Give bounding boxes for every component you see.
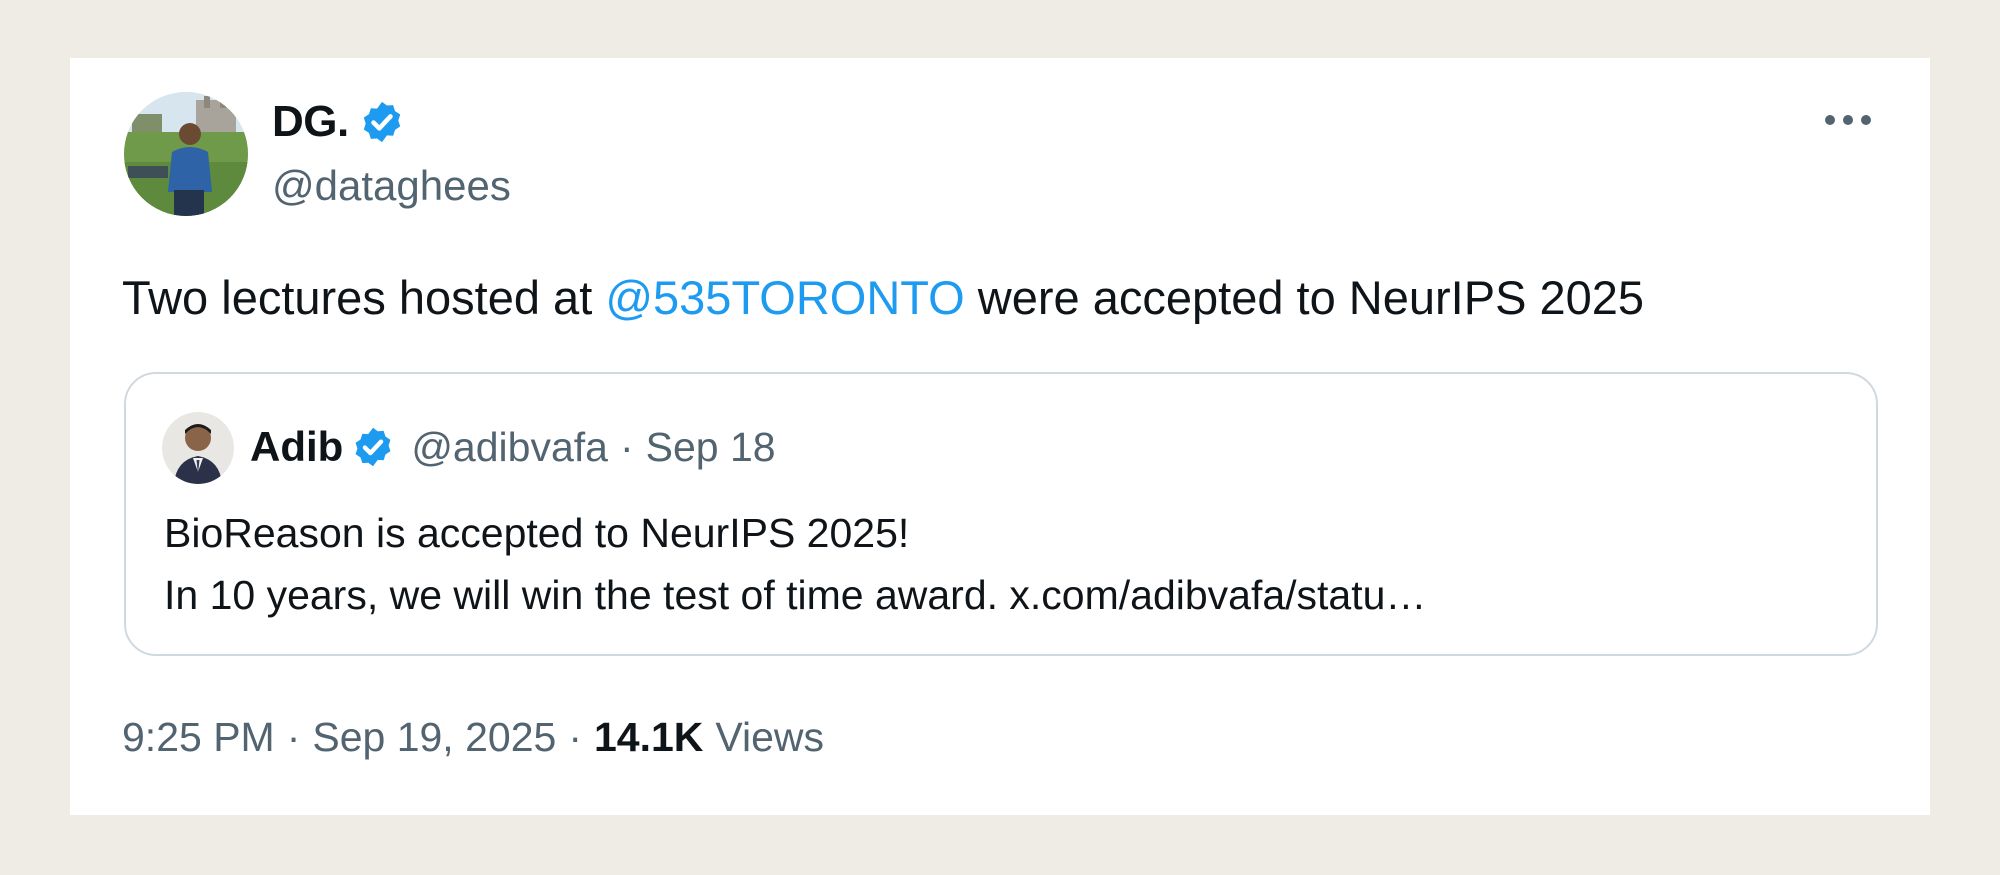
tweet-text-before: Two lectures hosted at <box>122 271 606 324</box>
quoted-text-line: BioReason is accepted to NeurIPS 2025! <box>164 510 910 556</box>
tweet-text: Two lectures hosted at @535TORONTO were … <box>122 268 1644 328</box>
tweet-card[interactable]: DG. @dataghees Two lectures hosted at @5… <box>70 58 1930 815</box>
tweet-time[interactable]: 9:25 PM <box>122 714 275 761</box>
quoted-tweet[interactable]: Adib @adibvafa · Sep 18 BioReason is acc… <box>124 372 1878 656</box>
quoted-header: Adib @adibvafa · Sep 18 <box>250 420 776 474</box>
tweet-date[interactable]: Sep 19, 2025 <box>312 714 556 761</box>
author-handle[interactable]: @dataghees <box>272 162 511 210</box>
quoted-author-avatar-image <box>162 412 234 484</box>
quoted-text: BioReason is accepted to NeurIPS 2025! I… <box>164 502 1426 626</box>
author-display-name[interactable]: DG. <box>272 97 349 147</box>
footer-separator: · <box>568 714 582 760</box>
verified-badge-icon <box>359 99 405 145</box>
quoted-author-handle[interactable]: @adibvafa <box>411 424 608 471</box>
tweet-footer: 9:25 PM · Sep 19, 2025 · 14.1K Views <box>122 714 824 761</box>
author-avatar-image <box>124 92 248 216</box>
quoted-author-display-name[interactable]: Adib <box>250 423 343 471</box>
quoted-author-avatar[interactable] <box>162 412 234 484</box>
views-count: 14.1K <box>593 714 704 760</box>
author-name-row[interactable]: DG. <box>272 96 405 148</box>
mention-link[interactable]: @535TORONTO <box>605 271 964 324</box>
quoted-separator: · <box>619 423 634 470</box>
more-horizontal-icon <box>1825 115 1871 125</box>
views-label: Views <box>715 714 825 760</box>
footer-separator: · <box>286 714 301 760</box>
more-options-button[interactable] <box>1818 100 1878 140</box>
quoted-text-line: In 10 years, we will win the test of tim… <box>164 572 1427 618</box>
tweet-text-after: were accepted to NeurIPS 2025 <box>964 271 1645 324</box>
quoted-verified-badge-icon <box>351 425 395 469</box>
quoted-date[interactable]: Sep 18 <box>646 424 776 471</box>
author-avatar[interactable] <box>124 92 248 216</box>
